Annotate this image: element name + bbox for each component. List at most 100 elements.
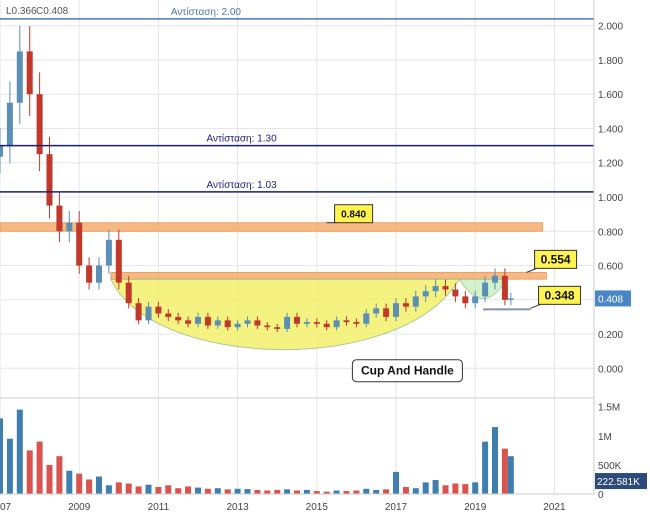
volume-bar: [0, 418, 3, 494]
candle-body: [66, 222, 73, 232]
volume-bar: [501, 448, 508, 494]
volume-bar: [507, 456, 514, 494]
close-label: C0.408: [36, 6, 69, 17]
price-tick-label: 1.200: [598, 159, 623, 170]
candle-body: [373, 308, 380, 314]
volume-bar: [234, 488, 241, 494]
candle-body: [105, 239, 112, 266]
volume-tick-label: 0: [598, 490, 604, 501]
volume-tick-label: 500K: [598, 461, 622, 472]
callout-value: 0.840: [341, 210, 366, 221]
volume-bar: [6, 438, 13, 494]
candle-body: [0, 145, 3, 157]
volume-bar: [284, 489, 291, 494]
volume-bar: [56, 456, 63, 494]
volume-bar: [402, 487, 409, 494]
callout-value: 0.554: [541, 252, 571, 266]
candle-body: [442, 286, 449, 290]
price-tick-label: 1.600: [598, 90, 623, 101]
volume-bar: [224, 489, 231, 494]
candle-body: [195, 316, 201, 324]
candle-body: [135, 303, 142, 321]
candle-body: [224, 320, 231, 328]
callout-value: 0.348: [545, 288, 575, 302]
volume-bar: [472, 482, 479, 494]
volume-bar: [115, 482, 122, 494]
candle-body: [46, 154, 53, 206]
candle-body: [244, 320, 251, 324]
volume-bar: [383, 489, 390, 494]
volume-bar: [165, 485, 172, 494]
volume-bar: [333, 490, 340, 494]
volume-bar: [145, 484, 152, 494]
candle-body: [492, 275, 498, 283]
candle-body: [402, 303, 409, 307]
candle-body: [507, 298, 514, 300]
candle-body: [432, 286, 439, 292]
candle-body: [56, 205, 63, 232]
candle-body: [175, 316, 182, 321]
volume-bar: [135, 486, 142, 494]
candle-body: [343, 320, 350, 323]
volume-bar: [185, 486, 192, 494]
volume-bar: [86, 479, 93, 494]
volume-bar: [66, 470, 73, 494]
volume-bar: [36, 441, 43, 494]
volume-bar: [254, 489, 261, 494]
candle-body: [452, 289, 459, 297]
price-tick-label: 1.400: [598, 124, 623, 135]
volume-bar: [294, 490, 300, 494]
volume-bar: [353, 490, 360, 494]
candle-body: [353, 322, 360, 324]
volume-bar: [214, 488, 221, 494]
volume-bar: [492, 427, 498, 494]
candle-body: [165, 313, 172, 317]
pattern-label: Cup And Handle: [361, 364, 454, 378]
volume-bar: [105, 485, 112, 494]
candle-body: [294, 316, 300, 324]
volume-bar: [412, 488, 419, 494]
candle-body: [363, 313, 370, 324]
candle-body: [115, 239, 122, 283]
candle-body: [96, 265, 102, 283]
candle-body: [333, 320, 340, 328]
resistance-label: Αντίσταση: 1.30: [206, 133, 277, 145]
candle-body: [16, 51, 23, 103]
zone-band: [483, 308, 531, 311]
candle-body: [145, 306, 152, 321]
resistance-label: Αντίσταση: 2.00: [171, 6, 242, 18]
time-tick-label: 2013: [226, 502, 249, 513]
volume-bar: [462, 484, 469, 494]
candle-body: [412, 296, 419, 307]
time-tick-label: 2009: [68, 502, 91, 513]
candle-body: [264, 325, 271, 328]
chart-root: 0.0000.2000.4000.6000.8001.0001.2001.400…: [0, 0, 650, 518]
candle-body: [234, 323, 241, 328]
candle-body: [6, 102, 13, 146]
candle-body: [393, 303, 399, 317]
volume-bar: [264, 490, 271, 494]
candle-body: [86, 265, 93, 283]
time-tick-label: 2021: [543, 502, 566, 513]
candle-body: [155, 306, 162, 314]
zone-band: [110, 271, 547, 280]
volume-last-label: 222.581K: [597, 477, 640, 488]
volume-bar: [46, 464, 53, 494]
price-tick-label: 0.800: [598, 227, 623, 238]
volume-bar: [244, 489, 251, 494]
volume-bar: [393, 471, 399, 494]
candle-body: [462, 296, 469, 304]
volume-bar: [373, 489, 380, 494]
volume-bar: [16, 409, 23, 494]
candle-body: [303, 322, 310, 324]
candle-body: [501, 275, 508, 300]
price-tick-label: 0.200: [598, 330, 623, 341]
candle-body: [274, 327, 281, 329]
last-price-label: 0.408: [598, 294, 623, 305]
time-tick-label: 2017: [385, 502, 408, 513]
volume-bar: [175, 488, 182, 494]
volume-bar: [303, 489, 310, 494]
candle-body: [323, 323, 330, 328]
resistance-label: Αντίσταση: 1.03: [206, 179, 277, 191]
candle-body: [482, 282, 489, 297]
